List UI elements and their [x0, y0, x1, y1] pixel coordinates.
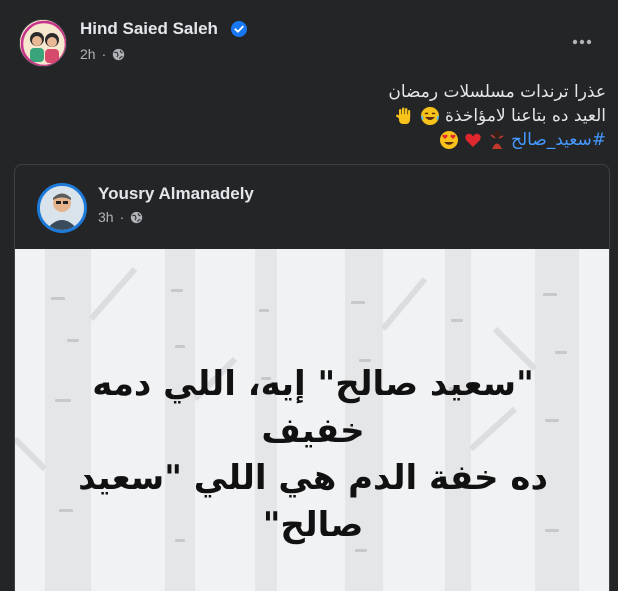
globe-icon: [113, 48, 125, 60]
quote-line-3: ده خفة الدم هي اللي "سعيد: [78, 458, 548, 498]
raised-hand-emoji-icon: [396, 107, 411, 124]
shared-author-name[interactable]: Yousry Almanadely: [98, 184, 254, 204]
quote-line-4: صالح": [262, 505, 364, 545]
heart-eyes-emoji-icon: [439, 131, 458, 149]
caption-line-2-text: العيد ده بتاعنا لامؤاخذة: [445, 106, 606, 126]
shared-post[interactable]: Yousry Almanadely 3h · "سعيد صالح" إيه، …: [14, 164, 610, 591]
post-meta: 2h ·: [80, 46, 125, 62]
caption-line-2: العيد ده بتاعنا لامؤاخذة: [46, 104, 606, 128]
author-avatar[interactable]: [19, 19, 67, 67]
post-header: Hind Saied Saleh 2h ·: [0, 0, 618, 80]
post-caption: عذرا ترندات مسلسلات رمضان العيد ده بتاعن…: [46, 80, 606, 152]
quote-line-1: "سعيد صالح" إيه، اللي دمه: [92, 364, 534, 404]
quote-line-2: خفيف: [261, 411, 365, 451]
globe-icon: [131, 211, 143, 223]
more-options-icon: [572, 39, 592, 45]
more-options-button[interactable]: [566, 30, 598, 54]
dancer-emoji-icon: [490, 131, 503, 149]
shared-post-time[interactable]: 3h: [98, 209, 114, 225]
shared-post-image[interactable]: "سعيد صالح" إيه، اللي دمه خفيف ده خفة ال…: [15, 249, 609, 591]
post-time[interactable]: 2h: [80, 46, 96, 62]
verified-badge-icon: [231, 21, 247, 37]
author-name[interactable]: Hind Saied Saleh: [80, 19, 218, 39]
caption-line-1: عذرا ترندات مسلسلات رمضان: [388, 82, 606, 102]
caption-line-3: #سعيد_صالح: [46, 128, 606, 152]
hashtag-link[interactable]: #سعيد_صالح: [511, 130, 606, 150]
image-quote-text: "سعيد صالح" إيه، اللي دمه خفيف ده خفة ال…: [75, 361, 551, 549]
shared-author-avatar[interactable]: [37, 183, 87, 233]
laughing-crying-emoji-icon: [420, 107, 439, 125]
red-heart-emoji-icon: [465, 133, 481, 147]
shared-post-meta: 3h ·: [98, 209, 143, 225]
facebook-post: Hind Saied Saleh 2h · عذرا ترندات مسلسلا…: [0, 0, 618, 591]
